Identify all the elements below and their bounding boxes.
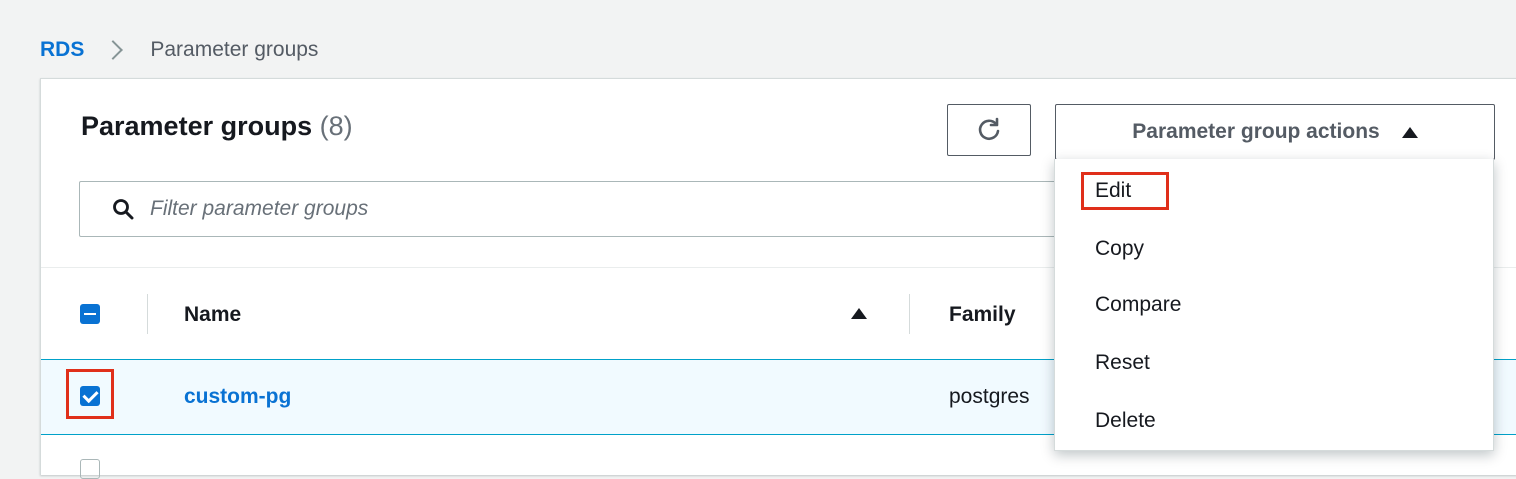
column-header-name[interactable]: Name xyxy=(184,303,241,327)
sort-ascending-icon[interactable] xyxy=(851,308,867,319)
breadcrumb-rds-link[interactable]: RDS xyxy=(40,38,84,62)
row-family: postgres xyxy=(949,385,1030,408)
search-input[interactable] xyxy=(148,196,952,222)
chevron-right-icon xyxy=(103,40,124,60)
refresh-button[interactable] xyxy=(947,104,1031,156)
breadcrumb-current: Parameter groups xyxy=(150,38,319,61)
row-checkbox[interactable] xyxy=(80,459,100,479)
row-name-link[interactable]: custom-pg xyxy=(184,385,291,409)
page-title-text: Parameter groups xyxy=(81,111,313,141)
column-divider xyxy=(147,294,148,334)
parameter-group-actions-button[interactable]: Parameter group actions xyxy=(1055,104,1495,160)
menu-item-edit[interactable]: Edit xyxy=(1095,177,1131,205)
column-divider xyxy=(909,294,910,334)
refresh-icon xyxy=(978,117,1000,141)
menu-item-delete[interactable]: Delete xyxy=(1095,407,1156,435)
search-icon xyxy=(113,199,134,220)
search-box[interactable] xyxy=(79,181,1139,237)
item-count: (8) xyxy=(319,111,353,141)
breadcrumb: RDS Parameter groups xyxy=(40,36,318,64)
menu-item-copy[interactable]: Copy xyxy=(1095,235,1144,263)
column-header-family[interactable]: Family xyxy=(949,303,1016,327)
actions-dropdown-menu: Edit Copy Compare Reset Delete xyxy=(1054,159,1494,451)
menu-item-compare[interactable]: Compare xyxy=(1095,291,1181,319)
caret-up-icon xyxy=(1401,126,1418,138)
actions-button-label: Parameter group actions xyxy=(1132,120,1380,143)
select-all-checkbox[interactable] xyxy=(80,304,100,324)
row-checkbox[interactable] xyxy=(80,386,100,406)
page-title: Parameter groups (8) xyxy=(81,111,353,142)
menu-item-reset[interactable]: Reset xyxy=(1095,349,1150,377)
